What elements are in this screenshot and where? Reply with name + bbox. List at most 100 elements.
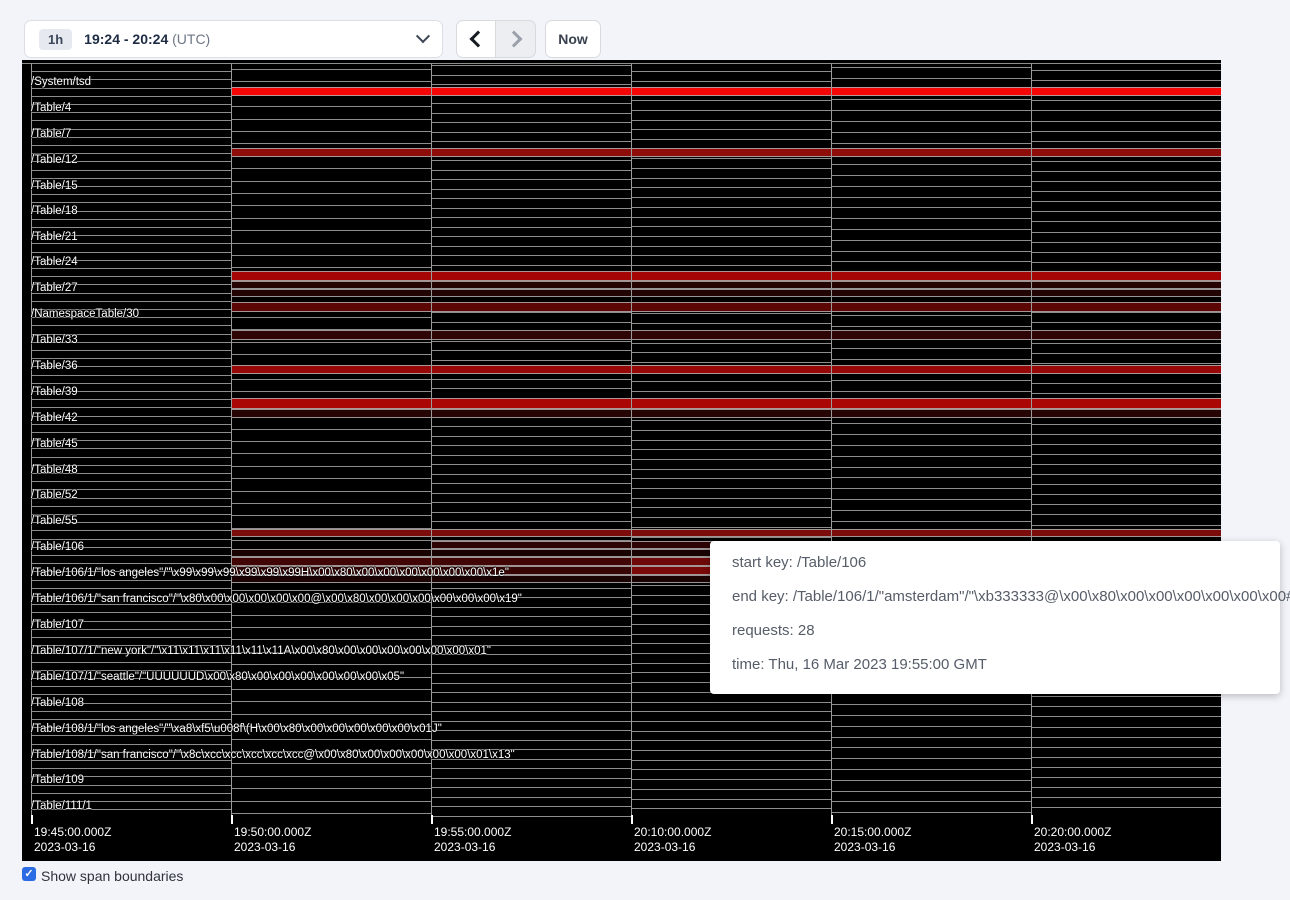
span-boundary-line [231,106,431,107]
span-boundary-line [831,488,1031,489]
span-boundary-line [1031,737,1221,738]
span-boundary-line [431,483,631,484]
span-boundary-line [831,812,1031,813]
prev-range-button[interactable] [456,20,496,58]
span-boundary-line [431,588,631,589]
span-boundary-line [831,499,1031,500]
span-boundary-line [231,664,431,665]
row-label: /Table/48 [31,464,78,477]
time-range-selector[interactable]: 1h 19:24 - 20:24 (UTC) [24,20,443,58]
span-boundary-line [831,737,1031,738]
span-boundary-line [831,467,1031,468]
next-range-button-disabled[interactable] [496,20,536,58]
row-label: /Table/36 [31,360,78,373]
now-button[interactable]: Now [545,20,601,58]
row-label: /Table/107/1/"new york"/"\x11\x11\x11\x1… [31,645,491,658]
span-boundary-line [31,170,231,171]
axis-tick-label: 20:20:00.000Z2023-03-16 [1034,825,1111,855]
span-boundary-line [431,664,631,665]
check-icon: ✓ [24,868,33,880]
tooltip-time: time: Thu, 16 Mar 2023 19:55:00 GMT [732,656,1258,674]
span-boundary-line [631,323,831,324]
span-boundary-line [631,779,831,780]
span-boundary-line [631,799,831,800]
span-boundary-line [831,434,1031,435]
span-boundary-line [1031,424,1221,425]
span-boundary-line [831,456,1031,457]
time-range-value: 19:24 - 20:24 [84,31,168,47]
key-visualizer-canvas[interactable]: /System/tsd/Table/4/Table/7/Table/12/Tab… [22,60,1221,861]
span-boundary-line [431,806,631,807]
span-boundary-line [831,110,1031,111]
span-boundary-line [431,474,631,475]
span-boundary-line [1031,181,1221,182]
span-boundary-line [831,780,1031,781]
span-boundary-line [31,399,231,400]
span-boundary-line [631,313,831,314]
row-label: /Table/12 [31,154,78,167]
span-boundary-line [631,100,831,101]
span-boundary-line [1031,201,1221,202]
span-boundary-line [431,521,631,522]
span-boundary-line [431,464,631,465]
row-label: /Table/106 [31,541,84,554]
span-boundary-line [631,740,831,741]
span-boundary-line [31,744,231,745]
span-boundary-line [31,662,231,663]
span-boundary-line [231,701,431,702]
span-boundary-line [431,607,631,608]
span-boundary-line [31,506,231,507]
span-boundary-line [831,143,1031,144]
span-boundary-line [831,326,1031,327]
axis-date: 2023-03-16 [234,840,311,855]
span-boundary-line [1031,454,1221,455]
span-boundary-line [231,143,431,144]
span-boundary-line [631,343,831,344]
span-boundary-line [431,255,631,256]
span-boundary-line [631,391,831,392]
row-label: /Table/108 [31,697,84,710]
axis-tick [1031,815,1033,824]
axis-date: 2023-03-16 [834,840,911,855]
axis-tick [31,815,33,824]
span-boundary-line [1031,121,1221,122]
heat-band [231,302,1221,312]
span-boundary-line [1031,110,1221,111]
key-visualizer-page: 1h 19:24 - 20:24 (UTC) Now /System/tsd/T… [0,0,1290,900]
span-boundary-line [831,99,1031,100]
span-boundary-line [631,420,831,421]
span-boundary-line [831,229,1031,230]
span-boundary-line [631,381,831,382]
span-boundary-line [431,132,631,133]
row-label: /Table/21 [31,231,78,244]
span-boundary-line [31,588,231,589]
span-boundary-line [431,341,631,342]
span-boundary-line [831,207,1031,208]
time-nav-group [456,20,536,58]
row-label: /Table/108/1/"los angeles"/"\xa8\xf5\u00… [31,723,442,736]
span-boundary-line [1031,706,1221,707]
span-boundary-line [831,521,1031,522]
span-boundary-line [431,512,631,513]
span-boundary-line [631,469,831,470]
span-boundary-line [831,315,1031,316]
span-boundary-line [231,69,431,70]
span-boundary-line [31,457,231,458]
span-boundary-line [231,515,431,516]
span-boundary-line [631,721,831,722]
span-boundary-line [631,449,831,450]
row-label: /Table/15 [31,180,78,193]
span-boundary-line [631,459,831,460]
span-boundary-line [631,517,831,518]
show-span-boundaries-checkbox[interactable]: ✓ [22,867,36,881]
span-boundary-line [1031,777,1221,778]
span-boundary-line [1031,727,1221,728]
span-boundary-line [831,445,1031,446]
axis-tick [631,815,633,824]
span-boundary-line [1031,191,1221,192]
span-boundary-line [31,530,231,531]
span-boundary-line [1031,343,1221,344]
span-boundary-line [631,789,831,790]
span-boundary-line [431,208,631,209]
span-boundary-line [431,65,631,66]
